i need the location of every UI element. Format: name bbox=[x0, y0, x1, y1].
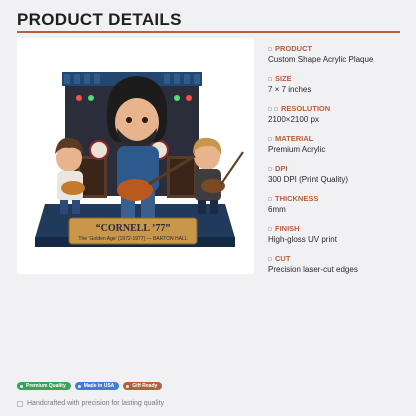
spec-label: THICKNESS bbox=[275, 194, 319, 203]
stage-light bbox=[186, 95, 192, 101]
square-icon bbox=[268, 256, 272, 261]
spec-value: 7 × 7 inches bbox=[268, 85, 312, 94]
plaque-subtitle: The ‘Golden Age’ (1972-1977) — BARTON HA… bbox=[78, 236, 187, 242]
square-icon bbox=[268, 76, 272, 81]
guitar bbox=[61, 181, 85, 195]
spec-label: CUT bbox=[275, 254, 291, 263]
spec-value: High-gloss UV print bbox=[268, 235, 337, 244]
spec-value: 2100×2100 px bbox=[268, 115, 319, 124]
spec-label: FINISH bbox=[275, 224, 300, 233]
spec-finish: FINISH High-gloss UV print bbox=[268, 224, 408, 246]
square-icon bbox=[268, 196, 272, 201]
guitar bbox=[201, 179, 225, 193]
product-image[interactable]: “CORNELL ’77” The ‘Golden Age’ (1972-197… bbox=[17, 38, 254, 274]
square-icon bbox=[268, 106, 272, 111]
badge-premium-quality: Premium Quality bbox=[17, 382, 71, 390]
spec-value: 6mm bbox=[268, 205, 286, 214]
dot-icon bbox=[126, 384, 130, 388]
dot-icon bbox=[77, 384, 81, 388]
footer-note: Handcrafted with precision for lasting q… bbox=[17, 400, 164, 407]
stage-light bbox=[174, 95, 180, 101]
spec-label: RESOLUTION bbox=[281, 104, 331, 113]
spec-value: Precision laser-cut edges bbox=[268, 265, 358, 274]
spec-material: MATERIAL Premium Acrylic bbox=[268, 134, 408, 156]
spec-label: DPI bbox=[275, 164, 288, 173]
badge-row: Premium Quality Made in USA Gift Ready bbox=[17, 382, 163, 390]
spec-cut: CUT Precision laser-cut edges bbox=[268, 254, 408, 276]
stage-light bbox=[88, 95, 94, 101]
checkbox-icon bbox=[17, 400, 23, 407]
drum bbox=[89, 140, 109, 160]
square-icon bbox=[274, 106, 278, 111]
footer-note-text: Handcrafted with precision for lasting q… bbox=[27, 400, 164, 407]
spec-list: PRODUCT Custom Shape Acrylic Plaque SIZE… bbox=[268, 44, 408, 284]
product-illustration: “CORNELL ’77” The ‘Golden Age’ (1972-197… bbox=[35, 72, 244, 247]
guitar bbox=[117, 179, 153, 201]
spec-label: MATERIAL bbox=[275, 134, 314, 143]
badge-gift-ready: Gift Ready bbox=[123, 382, 163, 390]
spec-resolution: RESOLUTION 2100×2100 px bbox=[268, 104, 408, 126]
spec-label: PRODUCT bbox=[275, 44, 313, 53]
dot-icon bbox=[20, 384, 23, 388]
spec-size: SIZE 7 × 7 inches bbox=[268, 74, 408, 96]
spec-dpi: DPI 300 DPI (Print Quality) bbox=[268, 164, 408, 186]
plaque-title: “CORNELL ’77” bbox=[96, 223, 171, 234]
square-icon bbox=[268, 136, 272, 141]
spec-value: Premium Acrylic bbox=[268, 145, 326, 154]
stage-light bbox=[76, 95, 82, 101]
page-title: PRODUCT DETAILS bbox=[17, 10, 182, 29]
badge-made-in-usa: Made in USA bbox=[74, 382, 120, 390]
title-divider bbox=[17, 31, 400, 33]
square-icon bbox=[268, 166, 272, 171]
spec-thickness: THICKNESS 6mm bbox=[268, 194, 408, 216]
spec-product: PRODUCT Custom Shape Acrylic Plaque bbox=[268, 44, 408, 66]
spec-value: 300 DPI (Print Quality) bbox=[268, 175, 349, 184]
spec-label: SIZE bbox=[275, 74, 292, 83]
square-icon bbox=[268, 226, 272, 231]
spec-value: Custom Shape Acrylic Plaque bbox=[268, 55, 374, 64]
square-icon bbox=[268, 46, 272, 51]
